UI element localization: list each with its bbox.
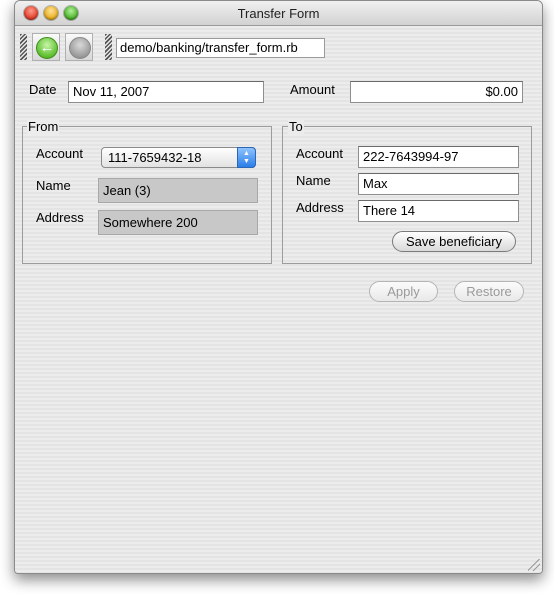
window-title: Transfer Form	[237, 6, 320, 21]
date-label: Date	[29, 82, 57, 97]
from-name-field: Jean (3)	[98, 178, 258, 203]
path-field[interactable]: demo/banking/transfer_form.rb	[116, 38, 325, 58]
from-legend: From	[27, 119, 60, 134]
restore-button[interactable]: Restore	[454, 281, 524, 302]
from-account-value: 111-7659432-18	[108, 150, 202, 165]
date-field[interactable]: Nov 11, 2007	[68, 81, 264, 103]
toolbar-grip-right[interactable]	[105, 34, 112, 60]
to-address-field[interactable]: There 14	[358, 200, 519, 222]
to-legend: To	[288, 119, 304, 134]
title-bar[interactable]: Transfer Form	[15, 1, 542, 26]
forward-icon	[69, 37, 91, 59]
to-account-label: Account	[296, 146, 343, 161]
to-account-field[interactable]: 222-7643994-97	[358, 146, 519, 168]
from-account-select[interactable]: 111-7659432-18 ▲ ▼	[101, 147, 256, 168]
apply-button[interactable]: Apply	[369, 281, 438, 302]
resize-grip-icon[interactable]	[528, 559, 540, 571]
back-button[interactable]: ←	[32, 33, 60, 61]
app-window: Transfer Form ← demo/banking/transfer_fo…	[14, 0, 543, 574]
amount-field[interactable]: $0.00	[350, 81, 523, 103]
save-beneficiary-button[interactable]: Save beneficiary	[392, 231, 516, 252]
window-content: ← demo/banking/transfer_form.rb Date Nov…	[15, 26, 542, 573]
from-address-field: Somewhere 200	[98, 210, 258, 235]
forward-button[interactable]	[65, 33, 93, 61]
to-name-label: Name	[296, 173, 331, 188]
to-address-label: Address	[296, 200, 344, 215]
amount-label: Amount	[290, 82, 335, 97]
from-account-label: Account	[36, 146, 83, 161]
from-address-label: Address	[36, 210, 84, 225]
toolbar-grip-left[interactable]	[20, 34, 27, 60]
from-name-label: Name	[36, 178, 71, 193]
updown-chevron-icon: ▲ ▼	[237, 147, 256, 168]
to-name-field[interactable]: Max	[358, 173, 519, 195]
back-arrow-icon: ←	[36, 37, 58, 59]
